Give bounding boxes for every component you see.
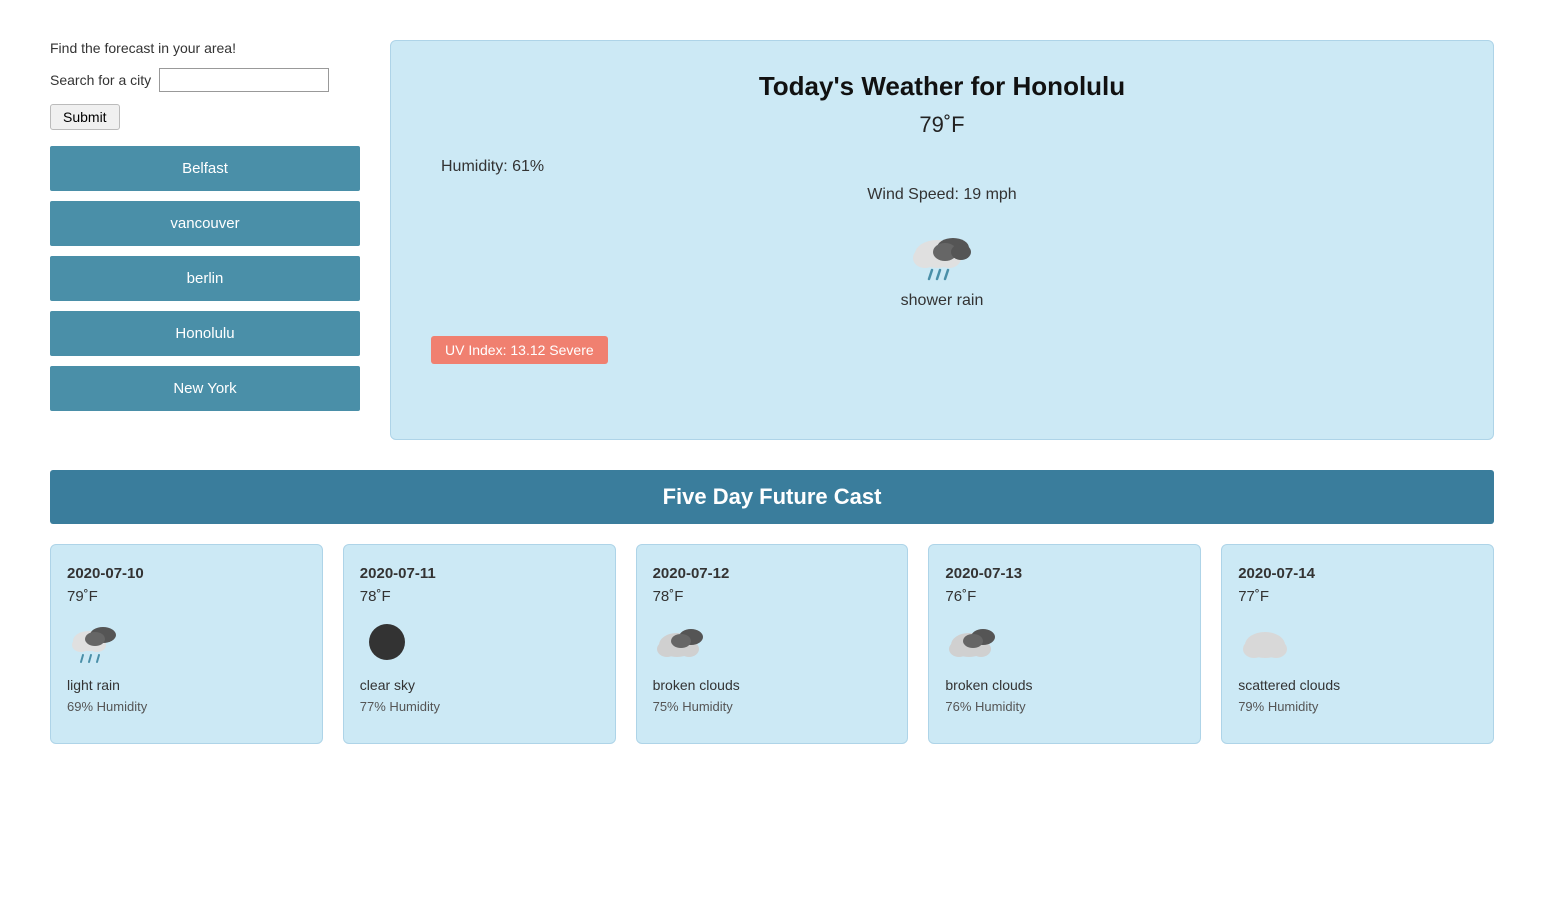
weather-temp: 79˚F <box>431 112 1453 138</box>
forecast-date: 2020-07-12 <box>653 565 892 582</box>
weather-wind: Wind Speed: 19 mph <box>431 186 1453 204</box>
sidebar-title: Find the forecast in your area! <box>50 40 360 56</box>
forecast-temp: 76˚F <box>945 588 1184 605</box>
five-day-section: Five Day Future Cast 2020-07-10 79˚F lig… <box>0 470 1544 784</box>
weather-humidity: Humidity: 61% <box>441 158 1453 176</box>
weather-condition: shower rain <box>901 292 984 310</box>
forecast-humidity: 79% Humidity <box>1238 699 1477 714</box>
forecast-icon <box>67 617 306 667</box>
forecast-condition: clear sky <box>360 677 599 693</box>
forecast-humidity: 77% Humidity <box>360 699 599 714</box>
five-day-header: Five Day Future Cast <box>50 470 1494 524</box>
forecast-card-2: 2020-07-11 78˚F clear sky 77% Humidity <box>343 544 616 744</box>
forecast-humidity: 76% Humidity <box>945 699 1184 714</box>
forecast-date: 2020-07-14 <box>1238 565 1477 582</box>
forecast-humidity: 75% Humidity <box>653 699 892 714</box>
forecast-card-5: 2020-07-14 77˚F scattered clouds 79% Hum… <box>1221 544 1494 744</box>
weather-icon-area: shower rain <box>431 224 1453 310</box>
forecast-temp: 78˚F <box>653 588 892 605</box>
uv-badge: UV Index: 13.12 Severe <box>431 336 608 364</box>
forecast-temp: 77˚F <box>1238 588 1477 605</box>
city-button-new-york[interactable]: New York <box>50 366 360 411</box>
city-button-vancouver[interactable]: vancouver <box>50 201 360 246</box>
forecast-condition: scattered clouds <box>1238 677 1477 693</box>
weather-title: Today's Weather for Honolulu <box>431 71 1453 102</box>
forecast-card-4: 2020-07-13 76˚F broken clouds 76% Humidi… <box>928 544 1201 744</box>
forecast-date: 2020-07-13 <box>945 565 1184 582</box>
city-button-honolulu[interactable]: Honolulu <box>50 311 360 356</box>
submit-button[interactable]: Submit <box>50 104 120 130</box>
city-button-berlin[interactable]: berlin <box>50 256 360 301</box>
search-label: Search for a city <box>50 72 151 88</box>
forecast-card-1: 2020-07-10 79˚F light rain 69% Humidity <box>50 544 323 744</box>
forecast-card-3: 2020-07-12 78˚F broken clouds 75% Humidi… <box>636 544 909 744</box>
city-button-belfast[interactable]: Belfast <box>50 146 360 191</box>
city-buttons-list: Belfast vancouver berlin Honolulu New York <box>50 146 360 411</box>
search-input[interactable] <box>159 68 329 92</box>
forecast-date: 2020-07-11 <box>360 565 599 582</box>
forecast-condition: light rain <box>67 677 306 693</box>
forecast-date: 2020-07-10 <box>67 565 306 582</box>
forecast-cards: 2020-07-10 79˚F light rain 69% Humidity … <box>50 544 1494 744</box>
forecast-icon <box>945 617 1184 667</box>
forecast-icon <box>360 617 599 667</box>
sidebar: Find the forecast in your area! Search f… <box>50 40 360 440</box>
current-weather-card: Today's Weather for Honolulu 79˚F Humidi… <box>390 40 1494 440</box>
forecast-temp: 79˚F <box>67 588 306 605</box>
forecast-condition: broken clouds <box>945 677 1184 693</box>
forecast-temp: 78˚F <box>360 588 599 605</box>
forecast-icon <box>1238 617 1477 667</box>
forecast-icon <box>653 617 892 667</box>
forecast-condition: broken clouds <box>653 677 892 693</box>
shower-rain-icon <box>907 224 977 284</box>
forecast-humidity: 69% Humidity <box>67 699 306 714</box>
